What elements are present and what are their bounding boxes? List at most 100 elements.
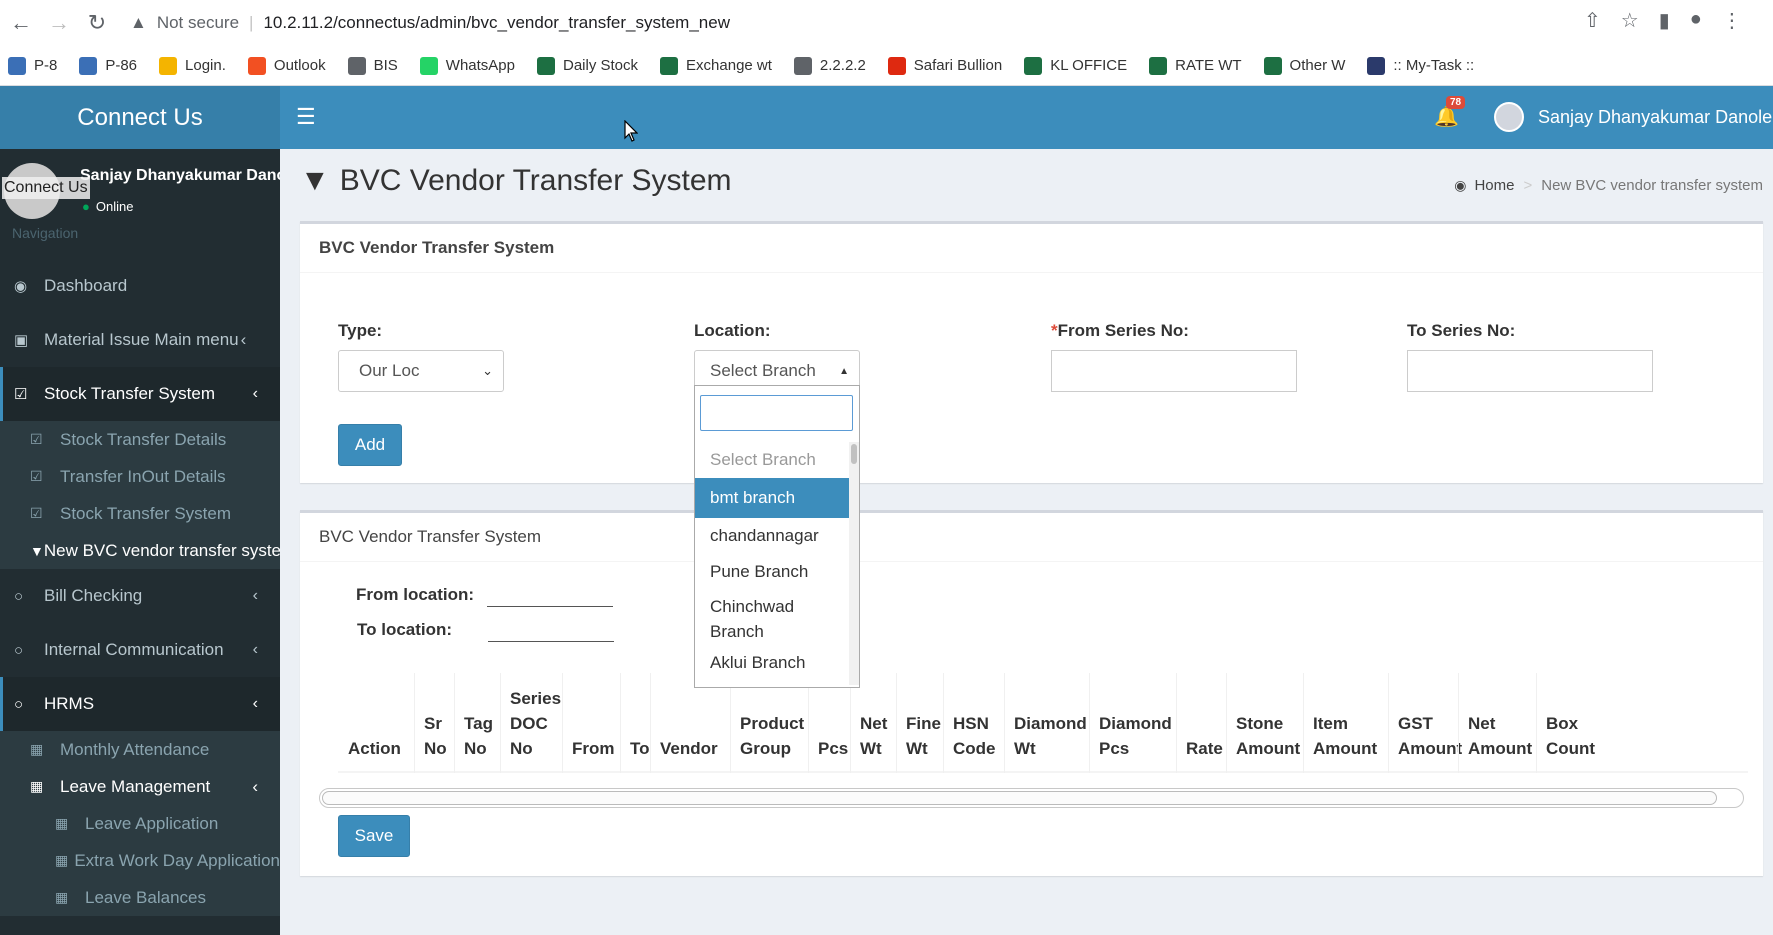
bookmark-label: 2.2.2.2 [819, 57, 866, 74]
sidebar-item-internal-communication[interactable]: ○ Internal Communication ‹ [0, 623, 280, 677]
sidebar-sub-leave-management[interactable]: ▦ Leave Management ‹ [0, 768, 280, 805]
reload-icon[interactable]: ↻ [80, 6, 114, 40]
sidebar-sub-stock-transfer-details[interactable]: ☑ Stock Transfer Details [0, 421, 280, 458]
avatar [1494, 102, 1524, 132]
to-series-input[interactable] [1407, 350, 1653, 392]
chevron-left-icon: ‹ [252, 587, 258, 604]
dropdown-option[interactable]: Select Branch [695, 442, 849, 478]
save-button[interactable]: Save [338, 815, 410, 857]
bookmark-item[interactable]: Daily Stock [537, 56, 638, 75]
column-header: Net Wt [860, 714, 888, 758]
form-box: BVC Vendor Transfer System Type: Our Loc… [300, 221, 1763, 483]
notification-badge: 78 [1446, 96, 1466, 109]
to-location-input[interactable] [488, 614, 614, 642]
browser-actions: ⇧ ☆ ▮ ● ⋮ [1584, 8, 1742, 33]
sidebar-sub-leave-balances[interactable]: ▦ Leave Balances [0, 879, 280, 916]
circle-icon: ○ [14, 695, 24, 713]
sidebar-sub-stock-transfer-system[interactable]: ☑ Stock Transfer System [0, 495, 280, 532]
star-icon[interactable]: ☆ [1621, 8, 1639, 33]
app-logo[interactable]: Connect Us [0, 86, 280, 149]
table-icon: ▦ [55, 889, 69, 905]
dropdown-option[interactable]: Aklui Branch [695, 648, 849, 678]
from-location-input[interactable] [487, 579, 613, 607]
share-icon[interactable]: ⇧ [1584, 8, 1601, 33]
sidebar-sub-new-bvc[interactable]: ▼ New BVC vendor transfer system [0, 532, 280, 569]
column-header: Action [348, 739, 401, 758]
dropdown-option[interactable]: Chinchwad Branch [695, 590, 849, 648]
camera-icon: ▣ [14, 332, 29, 349]
dropdown-option[interactable]: bmt branch [695, 478, 849, 518]
chevron-down-icon: ‹ [252, 385, 258, 402]
sidebar-item-stock-transfer[interactable]: ☑ Stock Transfer System ‹ [0, 367, 280, 421]
column-divider [414, 673, 415, 773]
from-series-label-text: From Series No: [1057, 321, 1189, 340]
sidebar-sub-monthly-attendance[interactable]: ▦ Monthly Attendance [0, 731, 280, 768]
bookmark-item[interactable]: RATE WT [1149, 56, 1242, 75]
filter-icon: ▼ [30, 542, 44, 559]
nav-header: Navigation [12, 225, 79, 241]
column-divider [650, 673, 651, 773]
sidebar-item-label: Stock Transfer System [44, 384, 215, 403]
from-series-input[interactable] [1051, 350, 1297, 392]
sidebar-item-dashboard[interactable]: ◉ Dashboard [0, 259, 280, 313]
app-header: Connect Us ☰ 🔔 78 Sanjay Dhanyakumar Dan… [0, 86, 1773, 149]
sidebar-item-label: Dashboard [44, 276, 128, 295]
back-icon[interactable]: ← [4, 6, 38, 40]
forward-icon[interactable]: → [42, 6, 76, 40]
bookmark-favicon-icon [1024, 56, 1043, 75]
sidebar-item-material-issue[interactable]: ▣ Material Issue Main menu ‹ [0, 313, 280, 367]
scrollbar-thumb[interactable] [322, 791, 1717, 805]
bookmark-item[interactable]: P-86 [79, 56, 138, 75]
dropdown-option[interactable]: chandannagar [695, 518, 849, 554]
menu-icon[interactable]: ⋮ [1722, 8, 1742, 33]
bookmark-item[interactable]: :: My-Task :: [1367, 56, 1474, 75]
chevron-left-icon: ‹ [240, 330, 247, 349]
bookmark-item[interactable]: KL OFFICE [1024, 56, 1127, 75]
sidebar-item-hrms[interactable]: ○ HRMS ‹ [0, 677, 280, 731]
profile-icon[interactable]: ● [1690, 8, 1702, 33]
column-header: Fine Wt [906, 714, 941, 758]
bookmark-item[interactable]: 2.2.2.2 [793, 56, 866, 75]
dropdown-option[interactable]: Pune Branch [695, 554, 849, 590]
bookmark-label: BIS [373, 57, 398, 74]
bookmark-item[interactable]: WhatsApp [419, 56, 515, 75]
bookmark-item[interactable]: P-8 [8, 56, 57, 75]
horizontal-scrollbar[interactable] [319, 788, 1744, 808]
add-button[interactable]: Add [338, 424, 402, 466]
bookmark-item[interactable]: Outlook [247, 56, 326, 75]
user-menu[interactable]: Sanjay Dhanyakumar Danole [1494, 102, 1772, 132]
bookmark-item[interactable]: BIS [347, 56, 398, 75]
user-name: Sanjay Dhanyakumar Danole [1538, 106, 1773, 127]
column-divider [1004, 673, 1005, 773]
column-header: Vendor [660, 739, 718, 758]
sidebar-sub-extra-work[interactable]: ▦ Extra Work Day Application [0, 842, 280, 879]
address-bar[interactable]: ▲ Not secure | 10.2.11.2/connectus/admin… [130, 7, 1620, 39]
sidepanel-icon[interactable]: ▮ [1659, 8, 1670, 33]
dropdown-scrollbar[interactable] [849, 442, 859, 685]
bookmark-label: P-86 [105, 57, 138, 74]
bookmark-item[interactable]: Exchange wt [660, 56, 772, 75]
column-divider [896, 673, 897, 773]
breadcrumb-home[interactable]: Home [1474, 177, 1514, 194]
form-box-title: BVC Vendor Transfer System [319, 238, 555, 257]
grid-box-title: BVC Vendor Transfer System [319, 527, 542, 546]
column-divider [620, 673, 621, 773]
bookmark-item[interactable]: Safari Bullion [887, 56, 1002, 75]
column-header: Tag No [464, 714, 493, 758]
bookmark-item[interactable]: Other W [1263, 56, 1345, 75]
sidebar-item-bill-checking[interactable]: ○ Bill Checking ‹ [0, 569, 280, 623]
sidebar-sub-label: Stock Transfer Details [60, 429, 227, 449]
scrollbar-thumb[interactable] [851, 444, 857, 464]
dropdown-search-input[interactable] [700, 395, 853, 431]
hamburger-icon[interactable]: ☰ [296, 104, 316, 130]
status-text: Online [95, 199, 134, 214]
page-title: BVC Vendor Transfer System [339, 164, 732, 197]
filter-icon: ▼ [300, 164, 330, 197]
checkbox-icon: ☑ [14, 386, 28, 403]
bookmark-item[interactable]: Login. [159, 56, 226, 75]
breadcrumb: ◉ Home > New BVC vendor transfer system [1454, 177, 1763, 194]
box-divider [300, 561, 1763, 562]
type-select[interactable]: Our Loc ⌄ [338, 350, 504, 392]
sidebar-sub-leave-application[interactable]: ▦ Leave Application [0, 805, 280, 842]
sidebar-sub-transfer-inout[interactable]: ☑ Transfer InOut Details [0, 458, 280, 495]
